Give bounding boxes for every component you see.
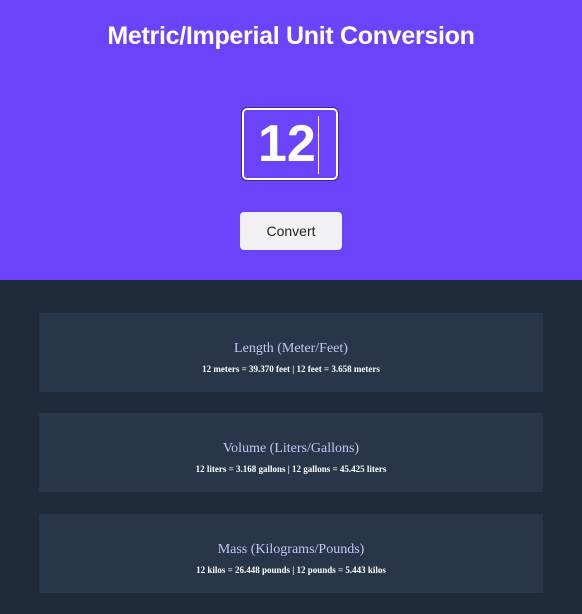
mass-card-result: 12 kilos = 26.448 pounds | 12 pounds = 5… [196, 565, 386, 575]
convert-button[interactable]: Convert [240, 212, 342, 250]
page-title: Metric/Imperial Unit Conversion [107, 22, 475, 50]
length-card: Length (Meter/Feet) 12 meters = 39.370 f… [39, 313, 543, 392]
volume-card: Volume (Liters/Gallons) 12 liters = 3.16… [39, 413, 543, 492]
mass-card: Mass (Kilograms/Pounds) 12 kilos = 26.44… [39, 514, 543, 593]
mass-card-title: Mass (Kilograms/Pounds) [217, 542, 365, 557]
number-input[interactable]: 12 [241, 107, 339, 181]
length-card-result: 12 meters = 39.370 feet | 12 feet = 3.65… [202, 364, 380, 374]
volume-card-result: 12 liters = 3.168 gallons | 12 gallons =… [195, 464, 387, 474]
volume-card-title: Volume (Liters/Gallons) [222, 441, 360, 456]
text-caret [318, 116, 319, 174]
length-card-title: Length (Meter/Feet) [234, 341, 348, 356]
header-section: Metric/Imperial Unit Conversion 12 Conve… [0, 0, 582, 280]
